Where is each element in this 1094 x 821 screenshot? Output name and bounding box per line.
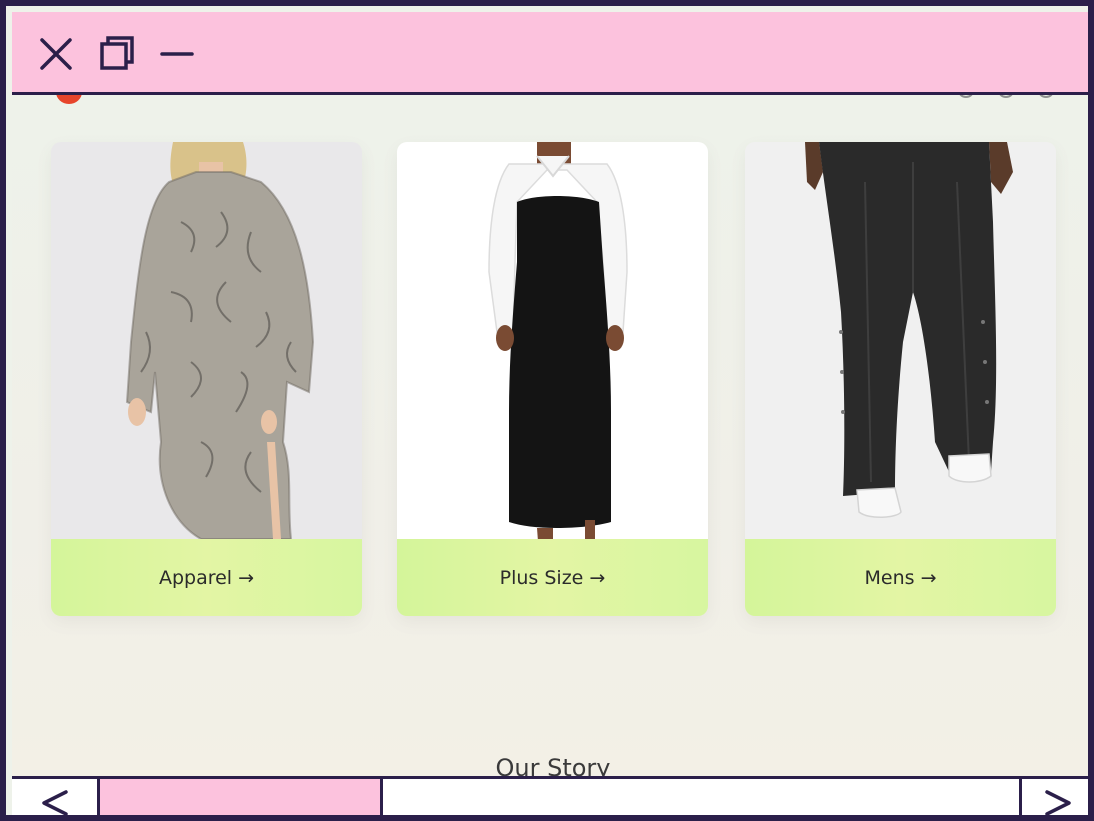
page-content: Apparel → Plus Size → Mens → Our Story [12,92,1088,782]
maximize-button[interactable] [96,34,136,74]
mens-photo [745,142,1056,539]
close-icon [40,38,72,70]
forward-button[interactable] [1019,779,1088,815]
close-button[interactable] [36,34,76,74]
back-button[interactable] [12,779,100,815]
category-card-mens[interactable]: Mens → [745,142,1056,616]
category-image-plus-size[interactable] [397,142,708,539]
minimize-button[interactable] [158,34,198,74]
plus-size-photo [397,142,708,539]
maximize-icon [100,36,134,70]
category-image-mens[interactable] [745,142,1056,539]
category-card-plus-size[interactable]: Plus Size → [397,142,708,616]
category-image-apparel[interactable] [51,142,362,539]
category-label-apparel[interactable]: Apparel → [51,539,362,616]
category-card-apparel[interactable]: Apparel → [51,142,362,616]
category-label-plus-size[interactable]: Plus Size → [397,539,708,616]
minimize-icon [160,52,194,56]
active-tab[interactable] [100,779,383,815]
apparel-photo [51,142,362,539]
app-window: Apparel → Plus Size → Mens → Our Story [0,0,1094,821]
chevron-right-icon [1045,790,1071,815]
chevron-left-icon [41,790,68,815]
bottom-navigation-bar [12,776,1088,815]
category-label-mens[interactable]: Mens → [745,539,1056,616]
window-title-bar [12,12,1088,95]
